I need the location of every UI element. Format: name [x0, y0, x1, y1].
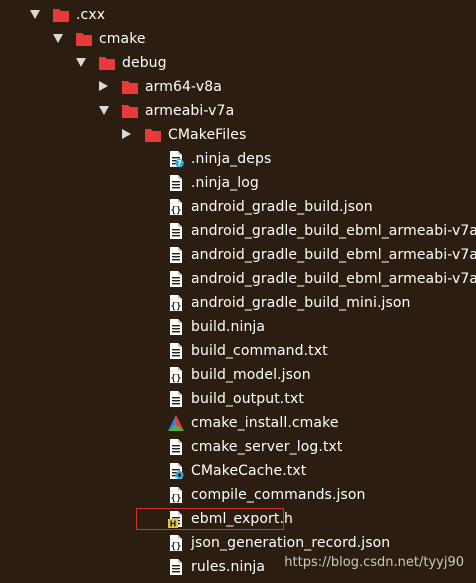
tree-item-cmake-server-log-txt[interactable]: cmake_server_log.txt — [0, 435, 476, 459]
tree-item-arm64-v8a[interactable]: arm64-v8a — [0, 75, 476, 99]
svg-text:{}: {} — [171, 542, 182, 552]
expand-arrow-down-icon[interactable] — [30, 10, 40, 19]
folder-icon — [121, 78, 139, 96]
json-file-icon: {} — [167, 294, 185, 312]
tree-item-label: rules.ninja — [191, 559, 266, 575]
tree-item-build-model-json[interactable]: {} build_model.json — [0, 363, 476, 387]
tree-item-json-generation-record-json[interactable]: {} json_generation_record.json — [0, 531, 476, 555]
tree-item-android-gradle-build-ebml-armeabi-v7a-stdout[interactable]: android_gradle_build_ebml_armeabi-v7a.st… — [0, 267, 476, 291]
expand-arrow-right-icon[interactable] — [122, 129, 131, 139]
text-file-icon — [167, 270, 185, 288]
text-file-icon — [167, 246, 185, 264]
text-file-icon — [167, 438, 185, 456]
folder-icon — [98, 54, 116, 72]
header-file-icon: H — [167, 510, 185, 528]
tree-item-label: .ninja_log — [191, 175, 259, 191]
cmake-file-icon — [167, 414, 185, 432]
expand-arrow-right-icon[interactable] — [99, 81, 108, 91]
tree-item-cmakefiles[interactable]: CMakeFiles — [0, 123, 476, 147]
project-file-tree: https://blog.csdn.net/tyyj90 .cxx cmake de… — [0, 0, 476, 583]
text-file-icon — [167, 342, 185, 360]
tree-item-rules-ninja[interactable]: rules.ninja — [0, 555, 476, 579]
expand-arrow-down-icon[interactable] — [76, 58, 86, 67]
tree-item-cmake-install-cmake[interactable]: cmake_install.cmake — [0, 411, 476, 435]
svg-text:?: ? — [177, 159, 182, 168]
tree-item-label: android_gradle_build_ebml_armeabi-v7a.co… — [191, 223, 476, 239]
tree-item-build-command-txt[interactable]: build_command.txt — [0, 339, 476, 363]
unknown-file-icon: ? — [167, 150, 185, 168]
tree-item-label: .cxx — [76, 7, 106, 23]
json-file-icon: {} — [167, 534, 185, 552]
json-file-icon: {} — [167, 486, 185, 504]
tree-item-label: build.ninja — [191, 319, 266, 335]
tree-item-label: json_generation_record.json — [191, 535, 391, 551]
tree-item-cxx[interactable]: .cxx — [0, 3, 476, 27]
cache-file-icon — [167, 462, 185, 480]
tree-item-label: build_command.txt — [191, 343, 328, 359]
folder-icon — [75, 30, 93, 48]
tree-item-label: build_output.txt — [191, 391, 304, 407]
tree-item-android-gradle-build-mini-json[interactable]: {} android_gradle_build_mini.json — [0, 291, 476, 315]
tree-item-label: build_model.json — [191, 367, 311, 383]
tree-item-build-ninja[interactable]: build.ninja — [0, 315, 476, 339]
tree-item-label: CMakeFiles — [168, 127, 247, 143]
json-file-icon: {} — [167, 366, 185, 384]
svg-text:{}: {} — [171, 302, 182, 312]
tree-item-label: cmake — [99, 31, 146, 47]
tree-item-label: .ninja_deps — [191, 151, 272, 167]
expand-arrow-down-icon[interactable] — [99, 106, 109, 115]
folder-icon — [121, 102, 139, 120]
text-file-icon — [167, 174, 185, 192]
tree-item-label: cmake_install.cmake — [191, 415, 339, 431]
tree-item-label: android_gradle_build.json — [191, 199, 373, 215]
text-file-icon — [167, 390, 185, 408]
tree-item-label: ebml_export.h — [191, 511, 294, 527]
tree-item-ninja-deps[interactable]: ? .ninja_deps — [0, 147, 476, 171]
tree-item-ebml-export-h[interactable]: Hebml_export.h — [0, 507, 476, 531]
tree-item-build-output-txt[interactable]: build_output.txt — [0, 387, 476, 411]
svg-text:{}: {} — [171, 206, 182, 216]
svg-text:{}: {} — [171, 494, 182, 504]
tree-item-label: compile_commands.json — [191, 487, 366, 503]
tree-item-ninja-log[interactable]: .ninja_log — [0, 171, 476, 195]
tree-item-compile-commands-json[interactable]: {} compile_commands.json — [0, 483, 476, 507]
tree-item-label: cmake_server_log.txt — [191, 439, 343, 455]
tree-item-cmakecache-txt[interactable]: CMakeCache.txt — [0, 459, 476, 483]
tree-item-android-gradle-build-ebml-armeabi-v7a-stderr[interactable]: android_gradle_build_ebml_armeabi-v7a.st… — [0, 243, 476, 267]
text-file-icon — [167, 558, 185, 576]
tree-item-cmake[interactable]: cmake — [0, 27, 476, 51]
tree-item-android-gradle-build-json[interactable]: {} android_gradle_build.json — [0, 195, 476, 219]
text-file-icon — [167, 318, 185, 336]
folder-icon — [52, 6, 70, 24]
svg-text:{}: {} — [171, 374, 182, 384]
tree-item-label: android_gradle_build_ebml_armeabi-v7a.st… — [191, 271, 476, 287]
tree-item-debug[interactable]: debug — [0, 51, 476, 75]
tree-item-label: armeabi-v7a — [145, 103, 235, 119]
folder-icon — [144, 126, 162, 144]
tree-item-android-gradle-build-ebml-armeabi-v7a-comma[interactable]: android_gradle_build_ebml_armeabi-v7a.co… — [0, 219, 476, 243]
svg-text:H: H — [170, 520, 177, 529]
tree-item-label: CMakeCache.txt — [191, 463, 307, 479]
json-file-icon: {} — [167, 198, 185, 216]
tree-item-label: debug — [122, 55, 167, 71]
tree-item-armeabi-v7a[interactable]: armeabi-v7a — [0, 99, 476, 123]
tree-item-label: android_gradle_build_ebml_armeabi-v7a.st… — [191, 247, 476, 263]
tree-item-label: arm64-v8a — [145, 79, 222, 95]
text-file-icon — [167, 222, 185, 240]
expand-arrow-down-icon[interactable] — [53, 34, 63, 43]
tree-item-label: android_gradle_build_mini.json — [191, 295, 411, 311]
